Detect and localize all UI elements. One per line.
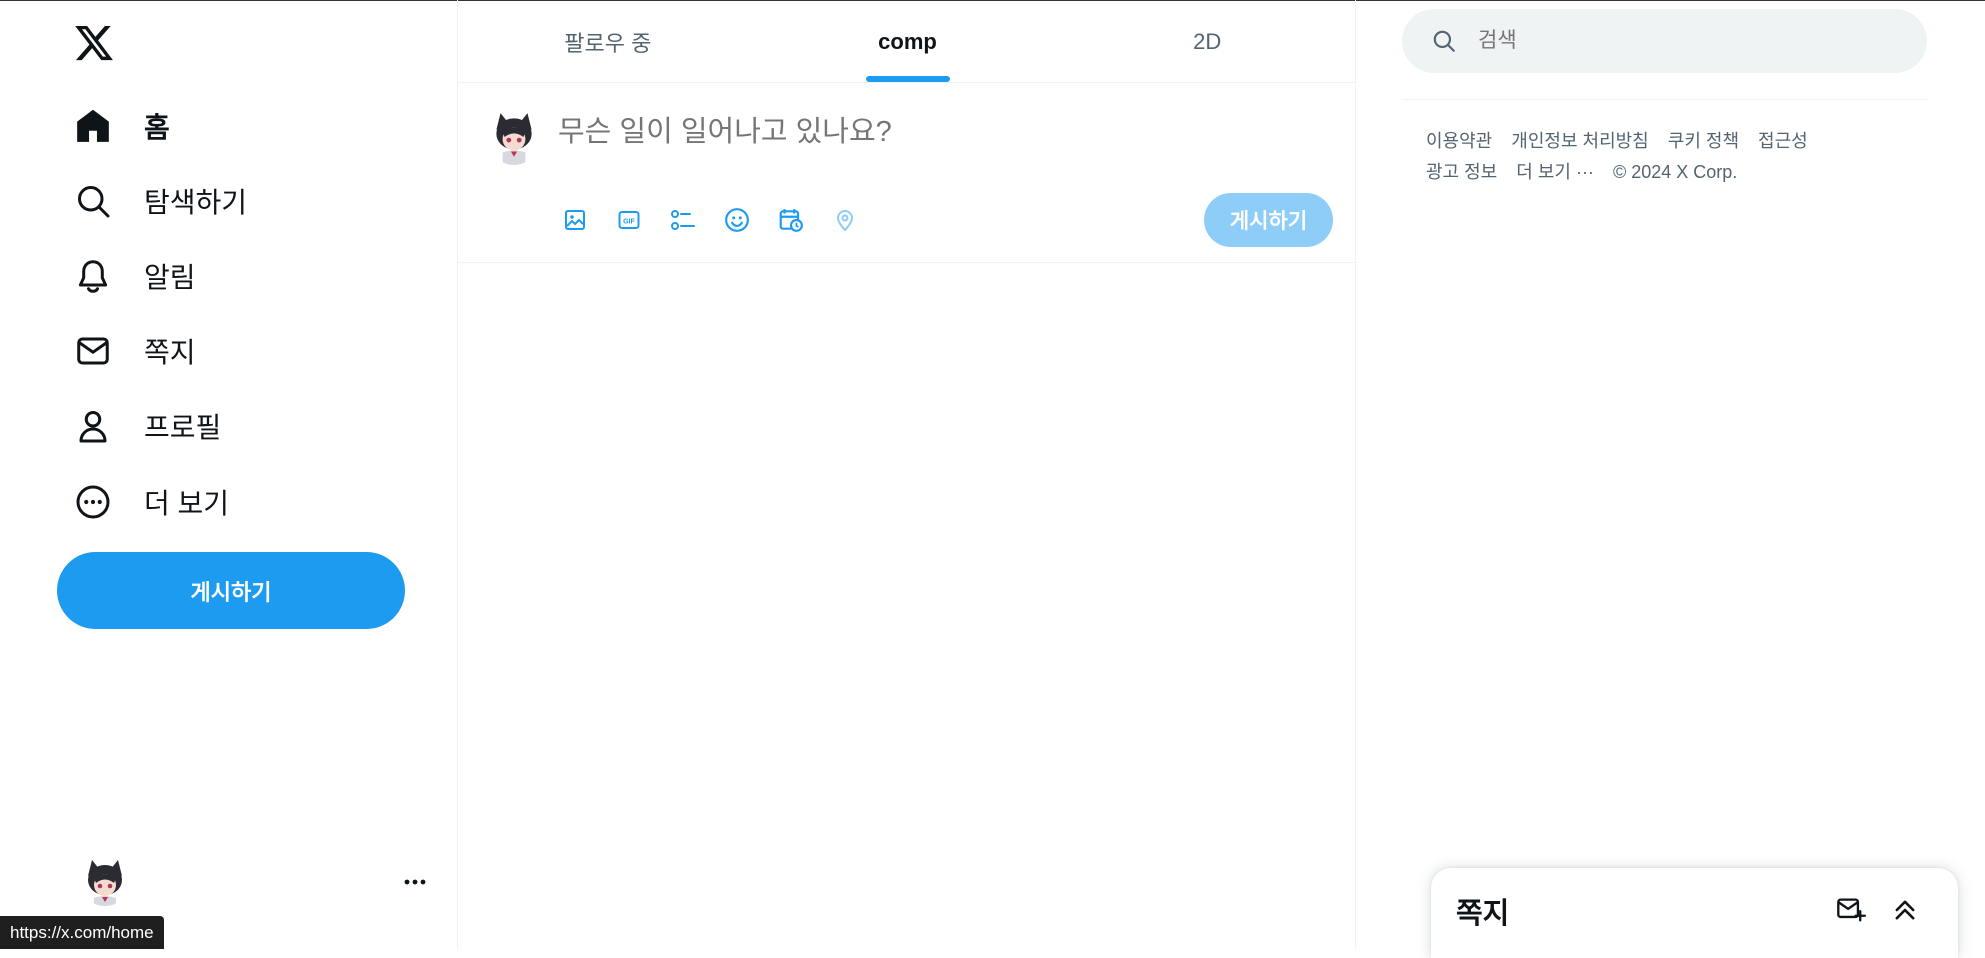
footer-link-accessibility[interactable]: 접근성	[1758, 131, 1808, 151]
footer-link-ads[interactable]: 광고 정보	[1426, 162, 1497, 182]
messages-drawer-title: 쪽지	[1456, 898, 1510, 930]
tab-label: comp	[878, 28, 937, 54]
search-icon	[73, 181, 113, 221]
post-button[interactable]: 게시하기	[57, 552, 405, 629]
search-icon	[1430, 27, 1458, 55]
nav-label-messages: 쪽지	[144, 337, 196, 368]
nav-label-explore: 탐색하기	[144, 187, 248, 218]
nav-item-notifications[interactable]: 알림	[73, 250, 196, 302]
tab-label: 2D	[1193, 28, 1222, 54]
tab-following[interactable]: 팔로우 중	[458, 1, 758, 82]
avatar[interactable]	[80, 856, 130, 906]
search-input[interactable]	[1476, 28, 1900, 54]
image-icon[interactable]	[559, 204, 591, 236]
compose-input[interactable]	[558, 116, 1258, 149]
nav-label-home: 홈	[144, 112, 170, 143]
schedule-icon[interactable]	[775, 204, 807, 236]
main-column: 팔로우 중 comp 2D 무슨 일이 일어나고 있나요? GIF 게시하기	[457, 0, 1357, 949]
gif-icon[interactable]: GIF	[613, 204, 645, 236]
messages-drawer[interactable]: 쪽지	[1431, 868, 1958, 958]
footer-links: 이용약관 개인정보 처리방침 쿠키 정책 접근성 광고 정보 더 보기 ··· …	[1426, 126, 1866, 188]
avatar[interactable]	[488, 109, 540, 165]
nav-label-profile: 프로필	[144, 412, 222, 443]
nav-label-notifications: 알림	[144, 262, 196, 293]
copyright: © 2024 X Corp.	[1612, 162, 1738, 182]
chevron-up-icon[interactable]	[1889, 894, 1921, 926]
footer-link-more[interactable]: 더 보기 ···	[1516, 162, 1594, 182]
footer-link-cookies[interactable]: 쿠키 정책	[1668, 131, 1739, 151]
person-icon	[73, 406, 113, 446]
nav-item-explore[interactable]: 탐색하기	[73, 175, 247, 227]
emoji-icon[interactable]	[721, 204, 753, 236]
svg-text:GIF: GIF	[623, 219, 635, 226]
bell-icon	[73, 256, 113, 296]
timeline-tabs: 팔로우 중 comp 2D	[458, 1, 1357, 83]
footer-link-terms[interactable]: 이용약관	[1426, 131, 1492, 151]
home-icon	[73, 106, 113, 146]
new-message-icon[interactable]	[1835, 894, 1867, 926]
tab-comp[interactable]: comp	[758, 1, 1058, 82]
status-url: https://x.com/home	[0, 916, 164, 949]
tab-2d[interactable]: 2D	[1057, 1, 1357, 82]
search-box[interactable]	[1402, 9, 1927, 73]
tab-label: 팔로우 중	[564, 30, 652, 56]
compose-post-button[interactable]: 게시하기	[1204, 193, 1333, 247]
x-logo-icon[interactable]	[73, 22, 115, 64]
nav-item-more[interactable]: 더 보기	[73, 476, 229, 528]
nav-item-messages[interactable]: 쪽지	[73, 325, 196, 377]
right-sidebar: 이용약관 개인정보 처리방침 쿠키 정책 접근성 광고 정보 더 보기 ··· …	[1356, 0, 1985, 949]
left-sidebar: 홈 탐색하기 알림 쪽지 프로필 더 보기 게시하기	[0, 0, 457, 949]
more-circle-icon	[73, 482, 113, 522]
nav-item-profile[interactable]: 프로필	[73, 400, 221, 452]
post-composer: GIF 게시하기	[458, 82, 1357, 263]
composer-toolbar: GIF	[559, 204, 861, 236]
divider	[1402, 99, 1927, 100]
footer-link-privacy[interactable]: 개인정보 처리방침	[1511, 131, 1648, 151]
account-menu-icon[interactable]	[400, 872, 430, 892]
location-icon[interactable]	[829, 204, 861, 236]
mail-icon	[73, 331, 113, 371]
poll-icon[interactable]	[667, 204, 699, 236]
nav-label-more: 더 보기	[144, 488, 230, 519]
nav-item-home[interactable]: 홈	[73, 100, 170, 152]
